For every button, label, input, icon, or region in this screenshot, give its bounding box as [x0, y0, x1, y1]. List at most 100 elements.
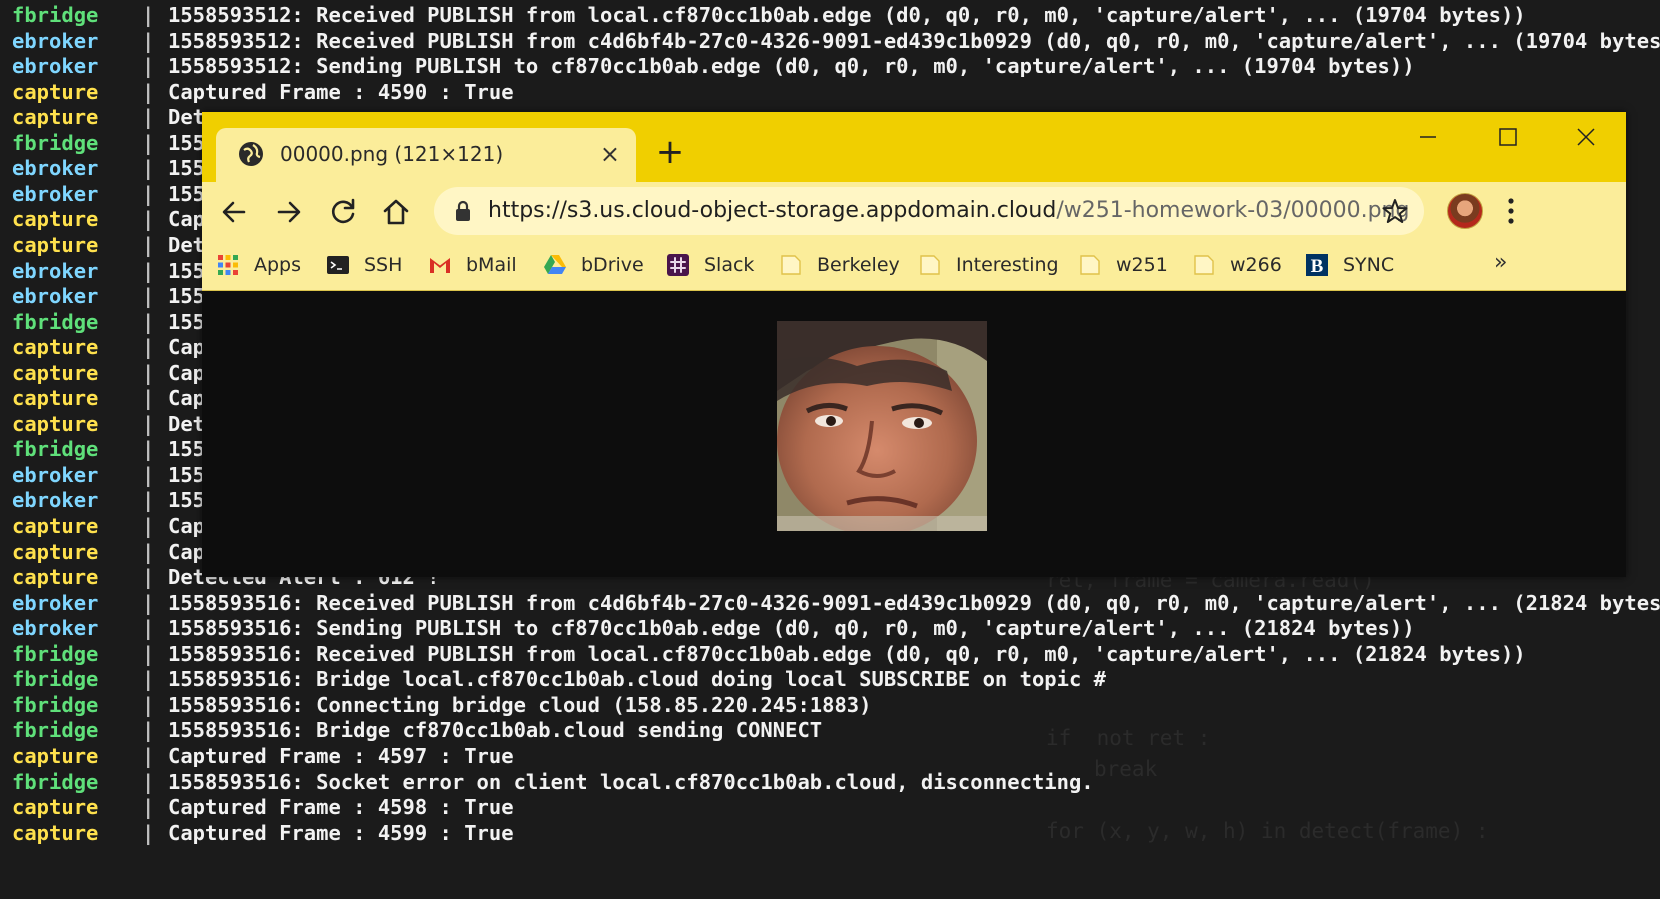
bookmarks-overflow-button[interactable]: »: [1494, 250, 1507, 275]
reload-icon[interactable]: [325, 194, 361, 230]
bookmark-berkeley[interactable]: Berkeley: [779, 249, 900, 281]
log-message: Cap: [168, 514, 206, 538]
bookmark-label: Interesting: [956, 254, 1059, 276]
bookmark-label: Berkeley: [817, 254, 900, 276]
folder-icon: [1080, 255, 1100, 275]
forward-arrow-icon[interactable]: [271, 194, 307, 230]
log-separator: |: [142, 743, 155, 768]
log-separator: |: [142, 54, 155, 79]
bookmark-slack[interactable]: Slack: [666, 249, 754, 281]
bookmark-apps[interactable]: Apps: [216, 249, 301, 281]
log-service-name: capture: [12, 743, 99, 768]
log-message: 155: [168, 284, 206, 309]
folder-icon: [920, 255, 940, 275]
bookmark-w266[interactable]: w266: [1192, 249, 1282, 281]
log-message: 155: [168, 309, 206, 334]
log-service-name: ebroker: [12, 462, 99, 487]
bookmark-label: bDrive: [581, 254, 644, 276]
address-bar[interactable]: https://s3.us.cloud-object-storage.appdo…: [434, 187, 1424, 235]
log-separator: |: [142, 386, 155, 411]
log-message: 155: [168, 462, 206, 487]
log-separator: |: [142, 360, 155, 385]
log-separator: |: [142, 28, 155, 53]
bookmark-label: SSH: [364, 254, 403, 276]
bookmark-sync[interactable]: B SYNC: [1305, 249, 1394, 281]
gmail-icon: [430, 258, 450, 273]
log-service-name: ebroker: [12, 258, 99, 283]
log-separator: |: [142, 795, 155, 820]
close-icon[interactable]: [1566, 122, 1606, 152]
bookmark-ssh[interactable]: SSH: [326, 249, 402, 281]
home-icon[interactable]: [378, 194, 414, 230]
log-service-name: capture: [12, 360, 99, 385]
berkeley-b-icon: B: [1306, 254, 1328, 277]
log-message: 1558593516: Sending PUBLISH to cf870cc1b…: [168, 616, 1415, 641]
log-message: 1558593516: Bridge cf870cc1b0ab.cloud se…: [168, 718, 823, 743]
log-separator: |: [142, 718, 155, 743]
maximize-icon[interactable]: [1488, 122, 1528, 152]
log-service-name: fbridge: [12, 130, 99, 155]
log-service-name: capture: [12, 105, 99, 130]
log-service-name: capture: [12, 207, 99, 232]
log-message: 1558593516: Bridge local.cf870cc1b0ab.cl…: [168, 667, 1106, 692]
browser-toolbar: https://s3.us.cloud-object-storage.appdo…: [202, 182, 1626, 242]
new-tab-button[interactable]: +: [652, 134, 688, 170]
background-code-line: if not ret :: [1046, 726, 1211, 750]
log-separator: |: [142, 309, 155, 334]
log-separator: |: [142, 284, 155, 309]
log-service-name: capture: [12, 795, 99, 820]
log-message: 1558593512: Received PUBLISH from local.…: [168, 3, 1526, 27]
log-separator: |: [142, 437, 155, 462]
bookmark-label: w251: [1116, 254, 1168, 276]
log-message: 1558593516: Received PUBLISH from c4d6bf…: [168, 590, 1660, 615]
log-separator: |: [142, 565, 155, 590]
log-separator: |: [142, 488, 155, 513]
log-service-name: ebroker: [12, 616, 99, 641]
back-arrow-icon[interactable]: [216, 194, 252, 230]
log-message: Det: [168, 411, 206, 436]
log-separator: |: [142, 105, 155, 130]
background-code-line: for (x, y, w, h) in detect(frame) :: [1046, 819, 1489, 843]
minimize-icon[interactable]: [1408, 122, 1448, 152]
log-message: 155: [168, 488, 206, 513]
log-service-name: fbridge: [12, 667, 99, 692]
log-service-name: ebroker: [12, 284, 99, 309]
lock-icon[interactable]: [454, 200, 472, 222]
profile-avatar[interactable]: [1447, 193, 1483, 229]
log-message: Cap: [168, 335, 206, 360]
log-separator: |: [142, 616, 155, 641]
bookmark-bmail[interactable]: bMail: [428, 249, 517, 281]
kebab-menu-icon[interactable]: [1505, 196, 1517, 226]
log-separator: |: [142, 641, 155, 666]
log-service-name: ebroker: [12, 181, 99, 206]
log-service-name: capture: [12, 411, 99, 436]
log-separator: |: [142, 667, 155, 692]
apps-grid-icon: [218, 255, 238, 275]
log-service-name: fbridge: [12, 437, 99, 462]
tab-close-button[interactable]: ×: [600, 140, 620, 168]
url-path: /w251-homework-03/00000.png: [1056, 198, 1410, 223]
log-service-name: capture: [12, 539, 99, 564]
log-separator: |: [142, 181, 155, 206]
tab-active[interactable]: 00000.png (121×121) ×: [216, 128, 636, 182]
bookmark-star-icon[interactable]: [1382, 198, 1408, 224]
log-service-name: ebroker: [12, 54, 99, 79]
bookmarks-bar: Apps SSH bMail bDrive Slack Berkeley Int…: [202, 242, 1626, 291]
log-separator: |: [142, 411, 155, 436]
log-separator: |: [142, 156, 155, 181]
page-viewport: [202, 291, 1626, 577]
svg-text:B: B: [1311, 256, 1324, 277]
bookmark-label: SYNC: [1343, 254, 1395, 276]
bookmark-interesting[interactable]: Interesting: [918, 249, 1059, 281]
bookmark-w251[interactable]: w251: [1078, 249, 1168, 281]
log-service-name: ebroker: [12, 156, 99, 181]
url-text[interactable]: https://s3.us.cloud-object-storage.appdo…: [488, 198, 1409, 223]
log-message: 155: [168, 156, 206, 181]
log-message: Captured Frame : 4598 : True: [168, 795, 514, 820]
log-separator: |: [142, 3, 155, 27]
log-separator: |: [142, 539, 155, 564]
bookmark-bdrive[interactable]: bDrive: [543, 249, 644, 281]
drive-icon: [544, 255, 566, 274]
log-separator: |: [142, 514, 155, 538]
log-message: 1558593512: Received PUBLISH from c4d6bf…: [168, 28, 1660, 53]
